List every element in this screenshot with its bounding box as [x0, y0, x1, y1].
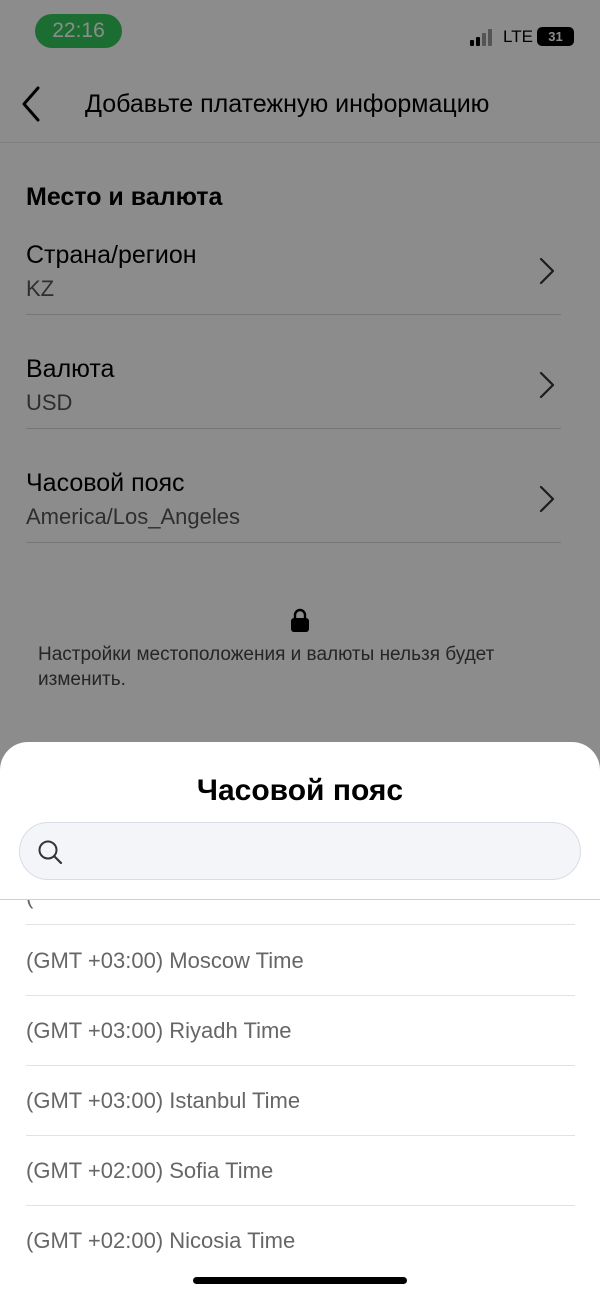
- list-item-label: (GMT +02:00) Sofia Time: [26, 1158, 274, 1183]
- search-field[interactable]: [19, 822, 581, 881]
- screen: 22:16 LTE 31 Добавьте платежную информац…: [0, 0, 600, 1298]
- list-item-label: (GMT +03:00) Riyadh Time: [26, 1018, 292, 1043]
- list-item[interactable]: (GMT +03:00) Istanbul Time: [26, 1066, 575, 1136]
- home-indicator[interactable]: [193, 1277, 407, 1284]
- sheet-title: Часовой пояс: [196, 774, 404, 807]
- list-item[interactable]: (GMT +02:00) Nicosia Time: [26, 1206, 575, 1276]
- list-item-label: (GMT +03:00) Istanbul Time: [26, 1088, 301, 1113]
- list-item[interactable]: (GMT +03:00) Riyadh Time: [26, 996, 575, 1066]
- timezone-sheet: Часовой пояс ( (GMT +03:00) Moscow Time …: [0, 742, 600, 1298]
- search-input[interactable]: [76, 823, 570, 881]
- list-item[interactable]: (GMT +02:00) Sofia Time: [26, 1136, 575, 1206]
- search-icon: [38, 840, 63, 865]
- timezone-list[interactable]: ( (GMT +03:00) Moscow Time (GMT +03:00) …: [26, 900, 575, 1298]
- list-item-label: (GMT +03:00) Moscow Time: [26, 948, 304, 973]
- list-item-partial[interactable]: (: [26, 900, 575, 925]
- list-item-label: (GMT +02:00) Nicosia Time: [26, 1228, 296, 1253]
- list-item[interactable]: (GMT +03:00) Moscow Time: [26, 926, 575, 996]
